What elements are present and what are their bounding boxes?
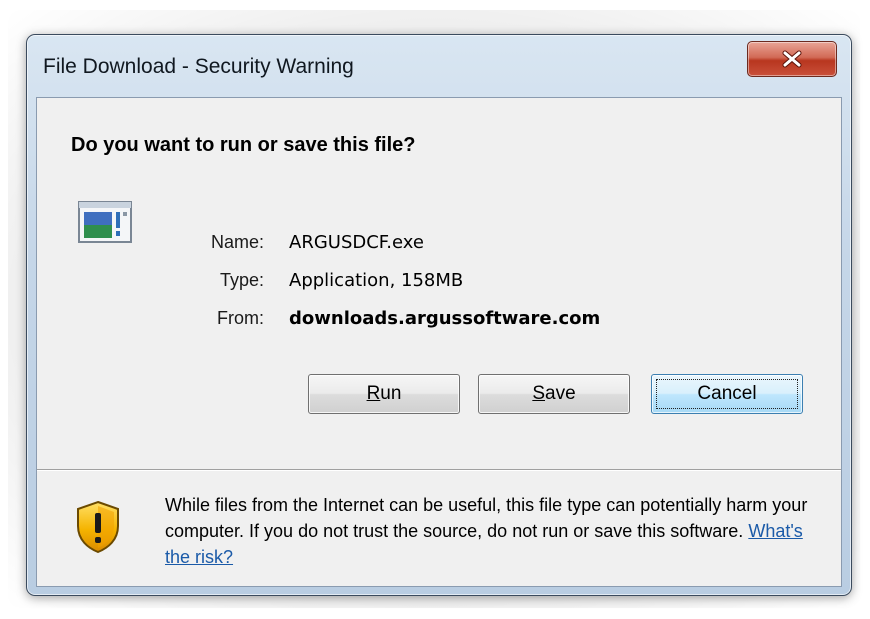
info-row-name: Name: ARGUSDCF.exe xyxy=(37,232,841,262)
warning-message: While files from the Internet can be use… xyxy=(165,495,808,541)
from-label: From: xyxy=(217,308,264,328)
cancel-button[interactable]: Cancel xyxy=(651,374,803,414)
file-type-value: Application, 158MB xyxy=(289,270,464,291)
info-row-from: From: downloads.argussoftware.com xyxy=(37,308,841,338)
file-source-value: downloads.argussoftware.com xyxy=(289,308,601,329)
save-button[interactable]: Save xyxy=(478,374,630,414)
name-label: Name: xyxy=(210,232,264,252)
title-bar[interactable]: File Download - Security Warning xyxy=(27,35,851,97)
info-row-type: Type: Application, 158MB xyxy=(37,270,841,300)
dialog-question: Do you want to run or save this file? xyxy=(71,134,416,156)
security-shield-icon xyxy=(75,500,121,554)
run-button-label: Run xyxy=(366,383,402,404)
dialog-body: Do you want to run or save this file? Na… xyxy=(36,97,842,587)
save-button-label: Save xyxy=(532,383,576,404)
close-icon xyxy=(781,50,803,68)
run-button[interactable]: Run xyxy=(308,374,460,414)
type-label: Type: xyxy=(219,270,264,290)
close-button[interactable] xyxy=(747,41,837,77)
cancel-button-label: Cancel xyxy=(697,383,757,404)
security-warning-dialog: File Download - Security Warning Do you … xyxy=(26,34,852,596)
security-warning-text: While files from the Internet can be use… xyxy=(165,492,815,570)
section-divider xyxy=(37,469,841,471)
file-name-value: ARGUSDCF.exe xyxy=(289,232,424,253)
window-title: File Download - Security Warning xyxy=(43,55,354,78)
